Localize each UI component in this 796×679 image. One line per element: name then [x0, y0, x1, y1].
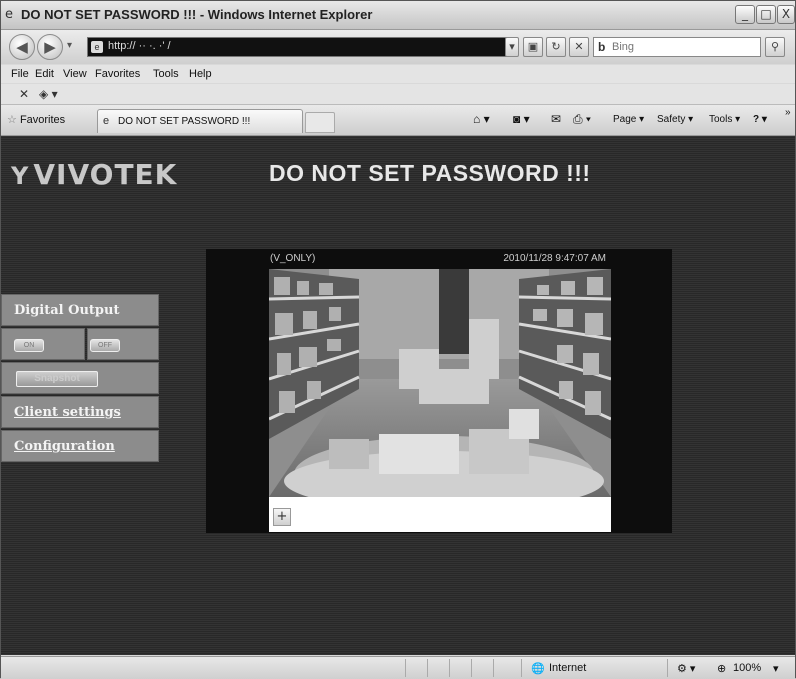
snapshot-button[interactable]: Snapshot [16, 371, 98, 387]
page-icon: e [91, 41, 103, 53]
help-icon[interactable]: ? ▾ [753, 114, 767, 125]
menu-favorites[interactable]: Favorites [95, 68, 140, 80]
configuration-link[interactable]: Configuration [14, 439, 115, 454]
menu-bar: File Edit View Favorites Tools Help [1, 65, 795, 83]
address-dropdown-button[interactable]: ▾ [505, 37, 519, 57]
menu-tools[interactable]: Tools [153, 68, 179, 80]
favorites-button[interactable]: ☆ Favorites [7, 113, 65, 126]
menu-view[interactable]: View [63, 68, 87, 80]
address-field[interactable]: e http:// ·· ·. ·' / [87, 37, 511, 57]
vivotek-logo: Y VIVOTEK [11, 158, 177, 191]
safety-menu[interactable]: Safety ▾ [657, 114, 693, 125]
close-button[interactable]: X [777, 5, 795, 24]
menu-help[interactable]: Help [189, 68, 212, 80]
page-title: DO NOT SET PASSWORD !!! [269, 160, 591, 186]
search-button[interactable]: ⚲ [765, 37, 785, 57]
security-zone[interactable]: Internet [549, 662, 586, 674]
maximize-button[interactable]: □ [756, 5, 776, 24]
ie-logo-icon: e [5, 7, 13, 22]
refresh-button[interactable]: ↻ [546, 37, 566, 57]
digital-output-header: Digital Output [1, 294, 159, 326]
mail-icon[interactable]: ✉ [551, 112, 561, 126]
output-off-cell: OFF [87, 328, 159, 360]
bing-icon: b [598, 40, 606, 54]
search-input[interactable] [612, 39, 752, 55]
vivotek-logo-mark: Y [11, 162, 30, 190]
menu-file[interactable]: File [11, 68, 29, 80]
window-title: DO NOT SET PASSWORD !!! - Windows Intern… [21, 7, 373, 22]
video-timestamp: 2010/11/28 9:47:07 AM [503, 253, 606, 264]
tools-menu[interactable]: Tools ▾ [709, 114, 740, 125]
output-on-button[interactable]: ON [14, 339, 44, 352]
minimize-button[interactable]: _ [735, 5, 755, 24]
favorites-bar: ☆ Favorites e DO NOT SET PASSWORD !!! ⌂ … [1, 105, 795, 136]
star-icon: ☆ [7, 114, 17, 126]
tab-title: DO NOT SET PASSWORD !!! [118, 116, 251, 127]
video-viewer: (V_ONLY) 2010/11/28 9:47:07 AM + [206, 249, 672, 533]
protected-mode-icon[interactable]: ⚙ ▾ [677, 662, 695, 675]
search-box[interactable]: b [593, 37, 761, 57]
compatibility-view-button[interactable]: ▣ [523, 37, 543, 57]
feeds-icon[interactable]: ◙ ▾ [513, 112, 530, 126]
video-control-bar: + [269, 497, 611, 532]
stop-button[interactable]: ✕ [569, 37, 589, 57]
more-commands-icon[interactable]: » [785, 107, 791, 118]
zoom-in-button[interactable]: + [273, 508, 291, 526]
client-settings-link[interactable]: Client settings [14, 405, 121, 420]
camera-image [269, 269, 611, 497]
zoom-dropdown-icon[interactable]: ▾ [773, 662, 779, 675]
web-content: Y VIVOTEK DO NOT SET PASSWORD !!! Digital… [1, 136, 795, 655]
home-icon[interactable]: ⌂ ▾ [473, 112, 490, 126]
page-menu[interactable]: Page ▾ [613, 114, 644, 125]
menu-edit[interactable]: Edit [35, 68, 54, 80]
history-dropdown-icon[interactable]: ▾ [67, 40, 72, 51]
output-on-cell: ON [1, 328, 85, 360]
forward-button[interactable]: ▶ [37, 34, 63, 60]
print-icon[interactable]: ⎙ ▾ [573, 112, 591, 127]
configuration-cell: Configuration [1, 430, 159, 462]
zoom-level[interactable]: 100% [733, 662, 761, 674]
address-url[interactable]: http:// ·· ·. ·' / [108, 40, 171, 52]
camera-video-feed[interactable] [269, 269, 611, 497]
client-settings-cell: Client settings [1, 396, 159, 428]
favorites-label: Favorites [19, 114, 66, 126]
status-bar: 🌐 Internet ⚙ ▾ ⊕ 100% ▾ [1, 656, 795, 679]
zone-icon: 🌐 [531, 663, 545, 675]
digital-output-label: Digital Output [14, 303, 120, 318]
snapshot-cell: Snapshot [1, 362, 159, 394]
tab-ie-icon: e [103, 115, 110, 127]
command-bar-1: ✕ ◈ ▾ [1, 84, 795, 105]
addon-icon[interactable]: ◈ ▾ [39, 87, 58, 101]
back-button[interactable]: ◀ [9, 34, 35, 60]
new-tab-button[interactable] [305, 112, 335, 133]
output-off-button[interactable]: OFF [90, 339, 120, 352]
tab-current[interactable]: e DO NOT SET PASSWORD !!! [97, 109, 303, 133]
zoom-icon: ⊕ [717, 663, 727, 675]
stream-label: (V_ONLY) [270, 253, 316, 264]
vivotek-logo-text: VIVOTEK [33, 158, 178, 191]
browser-window: e DO NOT SET PASSWORD !!! - Windows Inte… [0, 0, 796, 679]
title-bar: e DO NOT SET PASSWORD !!! - Windows Inte… [1, 1, 795, 30]
close-toolbar-icon[interactable]: ✕ [19, 87, 29, 101]
address-toolbar: ◀ ▶ ▾ e http:// ·· ·. ·' / ▾ ▣ ↻ ✕ b ⚲ [1, 30, 795, 64]
